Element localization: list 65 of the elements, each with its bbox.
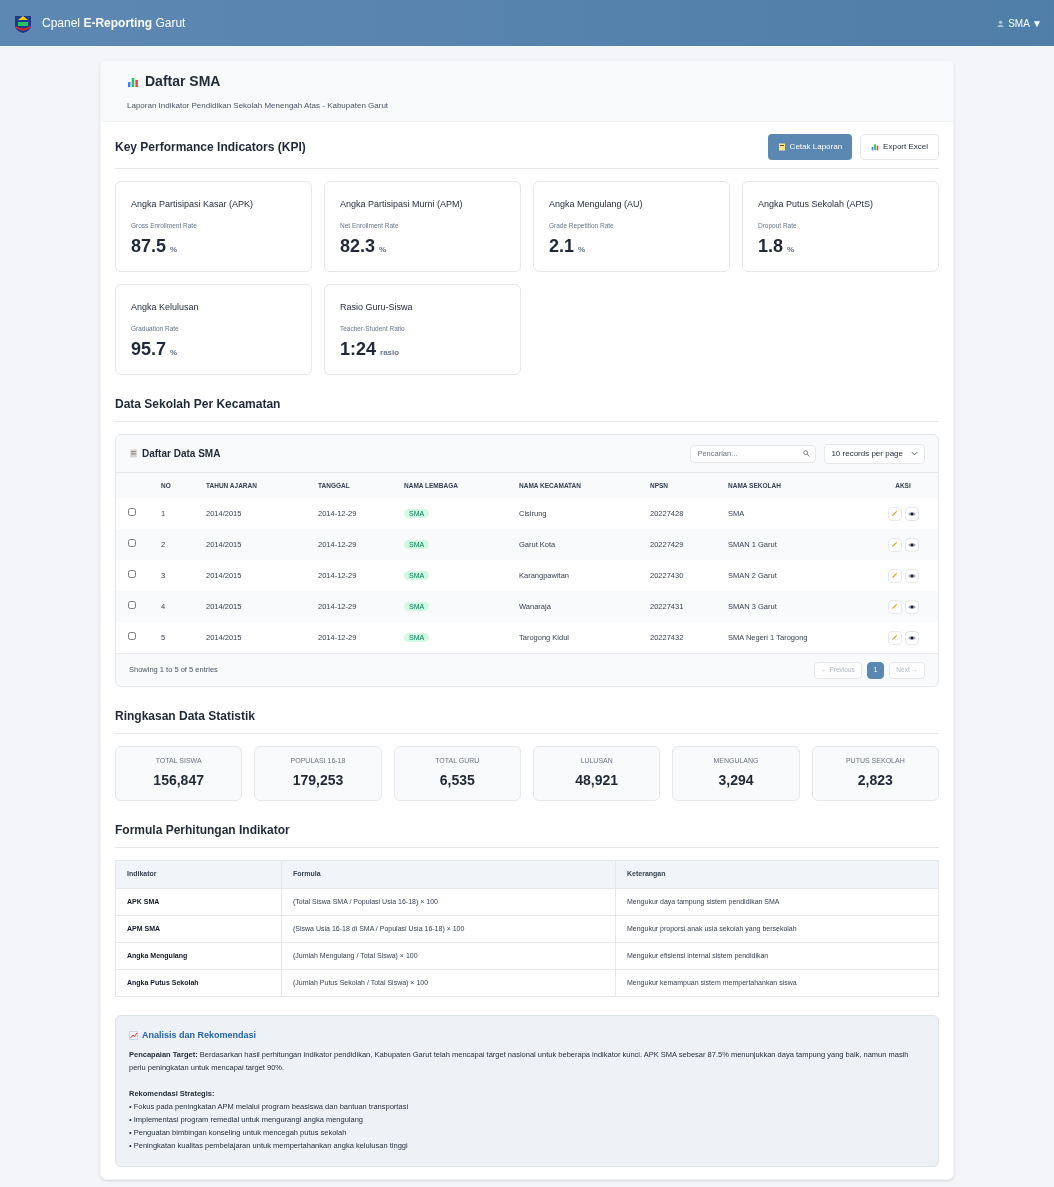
kpi-unit: %	[170, 244, 178, 257]
pencil-icon	[891, 634, 898, 641]
print-report-button[interactable]: Cetak Laporan	[767, 134, 853, 160]
kpi-value: 1.8	[758, 235, 784, 259]
section-title: Ringkasan Data Statistik	[115, 708, 257, 725]
row-checkbox[interactable]	[128, 507, 136, 516]
pencil-icon	[891, 572, 898, 579]
kpi-unit: %	[170, 347, 178, 360]
export-button[interactable]: Export Excel	[860, 134, 939, 160]
kpi-title: Rasio Guru-Siswa	[340, 301, 414, 314]
kpi-unit: %	[379, 244, 387, 257]
row-checkbox[interactable]	[128, 631, 136, 640]
document-icon	[777, 143, 786, 151]
view-button[interactable]	[904, 537, 919, 552]
bar-chart-icon	[127, 75, 139, 88]
pencil-icon	[891, 510, 898, 517]
analysis-title: Analisis dan Rekomendasi	[142, 1029, 257, 1042]
kpi-unit: %	[787, 244, 795, 257]
pencil-icon	[891, 541, 898, 548]
kpi-unit: %	[578, 244, 586, 257]
eye-icon	[907, 572, 916, 579]
kpi-value: 1:24	[340, 338, 377, 362]
view-button[interactable]	[904, 568, 919, 583]
kpi-title: Angka Partisipasi Murni (APM)	[340, 198, 464, 211]
section-title: Key Performance Indicators (KPI)	[115, 139, 306, 156]
kpi-unit: rasio	[380, 347, 400, 360]
page-title: Daftar SMA	[145, 72, 221, 91]
document-icon	[129, 449, 138, 458]
stat-value: 2,823	[857, 771, 893, 791]
stat-value: 48,921	[575, 771, 619, 791]
page-subtitle: Laporan Indikator Pendidikan Sekolah Menengah Atas - Kabupaten Garut	[127, 100, 390, 112]
section-title: Data Sekolah Per Kecamatan	[115, 396, 282, 413]
stat-value: 3,294	[718, 771, 754, 791]
kpi-title: Angka Partisipasi Kasar (APK)	[131, 198, 255, 211]
kpi-title: Angka Putus Sekolah (APtS)	[758, 198, 875, 211]
eye-icon	[907, 510, 916, 517]
view-button[interactable]	[904, 599, 919, 614]
kpi-value: 2.1	[549, 235, 575, 259]
eye-icon	[907, 603, 916, 610]
eye-icon	[907, 634, 916, 641]
row-checkbox[interactable]	[128, 600, 136, 609]
row-checkbox[interactable]	[128, 569, 136, 578]
page-size-select[interactable]: 10 records per page	[824, 443, 925, 464]
kpi-title: Angka Kelulusan	[131, 301, 200, 314]
stat-value: 6,535	[439, 771, 475, 791]
trend-chart-icon	[129, 1031, 138, 1040]
bar-chart-icon	[871, 143, 880, 151]
stat-value: 179,253	[292, 771, 344, 791]
user-icon	[997, 19, 1005, 27]
search-icon	[803, 450, 811, 457]
kpi-value: 87.5	[131, 235, 167, 259]
panel-title: Daftar Data SMA	[142, 447, 221, 461]
chevron-down-icon	[911, 450, 918, 457]
kpi-value: 82.3	[340, 235, 376, 259]
section-title: Formula Perhitungan Indikator	[115, 822, 291, 839]
stat-value: 156,847	[153, 771, 204, 791]
kpi-title: Angka Mengulang (AU)	[549, 198, 644, 211]
pencil-icon	[891, 603, 898, 610]
user-menu[interactable]: SMA ▼	[1008, 15, 1042, 31]
eye-icon	[907, 541, 916, 548]
view-button[interactable]	[904, 630, 919, 645]
view-button[interactable]	[904, 506, 919, 521]
brand-title[interactable]: Cpanel E-Reporting Garut	[42, 14, 186, 32]
row-checkbox[interactable]	[128, 538, 136, 547]
kpi-value: 95.7	[131, 338, 167, 362]
